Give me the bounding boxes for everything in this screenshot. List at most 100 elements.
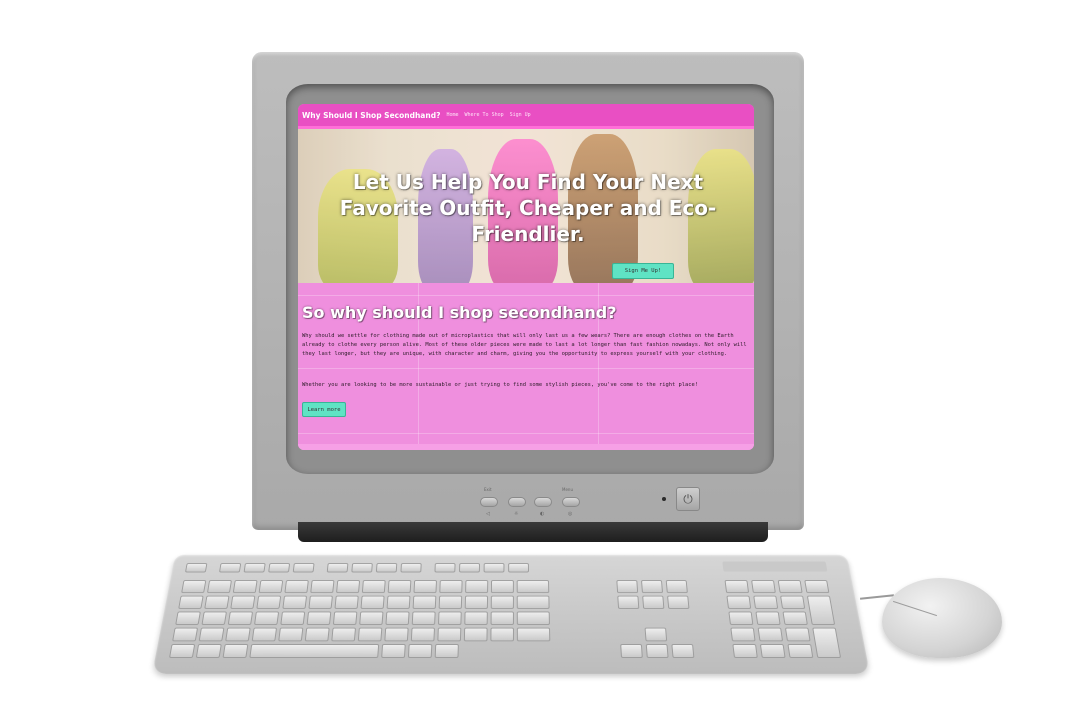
keyboard-key[interactable]: [516, 595, 550, 609]
keyboard-key[interactable]: [751, 580, 776, 594]
keyboard-key[interactable]: [463, 627, 488, 642]
keyboard-key[interactable]: [516, 627, 551, 642]
keyboard-key[interactable]: [464, 595, 489, 609]
keyboard-key[interactable]: [359, 611, 384, 625]
keyboard-key[interactable]: [326, 563, 349, 573]
keyboard-key[interactable]: [336, 580, 361, 594]
keyboard-key[interactable]: [181, 580, 207, 594]
keyboard-key[interactable]: [256, 595, 282, 609]
keyboard-key[interactable]: [198, 627, 225, 642]
keyboard-key[interactable]: [268, 563, 291, 573]
keyboard-key[interactable]: [227, 611, 254, 625]
keyboard-key[interactable]: [351, 563, 373, 573]
keyboard-key[interactable]: [178, 595, 204, 609]
keyboard-key[interactable]: [292, 563, 315, 573]
keyboard-key[interactable]: [284, 580, 309, 594]
learn-more-button[interactable]: Learn more: [302, 402, 346, 417]
keyboard-key[interactable]: [331, 627, 356, 642]
power-button[interactable]: ⏻: [676, 487, 700, 511]
keyboard-key[interactable]: [759, 644, 786, 658]
keyboard-key[interactable]: [777, 580, 803, 594]
keyboard-key[interactable]: [243, 563, 266, 573]
monitor-brightness-button[interactable]: [508, 497, 526, 507]
keyboard-key[interactable]: [465, 580, 489, 594]
keyboard-key[interactable]: [787, 644, 814, 658]
keyboard-key[interactable]: [812, 627, 842, 658]
keyboard-key[interactable]: [490, 580, 514, 594]
keyboard-key[interactable]: [642, 595, 665, 609]
keyboard-key[interactable]: [258, 580, 284, 594]
keyboard-key[interactable]: [490, 627, 514, 642]
keyboard-key[interactable]: [780, 595, 806, 609]
keyboard-key[interactable]: [251, 627, 278, 642]
keyboard-key[interactable]: [232, 580, 258, 594]
keyboard-key[interactable]: [222, 644, 249, 658]
keyboard-key[interactable]: [357, 627, 383, 642]
keyboard-key[interactable]: [230, 595, 256, 609]
keyboard-key[interactable]: [753, 595, 779, 609]
keyboard-key[interactable]: [206, 580, 232, 594]
keyboard-key[interactable]: [308, 595, 333, 609]
keyboard-key[interactable]: [411, 611, 436, 625]
keyboard-key[interactable]: [616, 580, 639, 594]
keyboard-key[interactable]: [175, 611, 201, 625]
keyboard-key[interactable]: [407, 644, 433, 658]
keyboard-key[interactable]: [724, 580, 750, 594]
monitor-contrast-button[interactable]: [534, 497, 552, 507]
keyboard-key[interactable]: [755, 611, 781, 625]
keyboard-key[interactable]: [726, 595, 752, 609]
keyboard-key[interactable]: [732, 644, 758, 658]
monitor-menu-button[interactable]: [562, 497, 580, 507]
keyboard-key[interactable]: [641, 580, 664, 594]
keyboard-key[interactable]: [381, 644, 406, 658]
keyboard-key[interactable]: [195, 644, 222, 658]
keyboard-key[interactable]: [225, 627, 251, 642]
keyboard[interactable]: [152, 554, 870, 674]
keyboard-key[interactable]: [334, 595, 359, 609]
keyboard-key[interactable]: [387, 580, 412, 594]
nav-link-where-to-shop[interactable]: Where To Shop: [464, 112, 503, 118]
keyboard-key[interactable]: [645, 644, 669, 658]
keyboard-key[interactable]: [757, 627, 784, 642]
keyboard-key[interactable]: [360, 595, 385, 609]
keyboard-key[interactable]: [384, 627, 409, 642]
keyboard-key[interactable]: [806, 595, 836, 625]
keyboard-key[interactable]: [730, 627, 756, 642]
keyboard-key[interactable]: [218, 563, 242, 573]
keyboard-key[interactable]: [434, 563, 456, 573]
sign-me-up-button[interactable]: Sign Me Up!: [612, 263, 674, 279]
keyboard-key[interactable]: [310, 580, 335, 594]
nav-link-sign-up[interactable]: Sign Up: [510, 112, 531, 118]
keyboard-key[interactable]: [385, 611, 410, 625]
keyboard-key[interactable]: [671, 644, 695, 658]
keyboard-key[interactable]: [490, 611, 514, 625]
keyboard-key[interactable]: [516, 611, 550, 625]
keyboard-key[interactable]: [172, 627, 199, 642]
keyboard-key[interactable]: [282, 595, 308, 609]
keyboard-key[interactable]: [464, 611, 488, 625]
mouse[interactable]: [882, 578, 1002, 658]
keyboard-key[interactable]: [386, 595, 411, 609]
keyboard-key[interactable]: [413, 580, 437, 594]
keyboard-key[interactable]: [644, 627, 668, 642]
nav-link-home[interactable]: Home: [446, 112, 458, 118]
keyboard-key[interactable]: [278, 627, 304, 642]
keyboard-key[interactable]: [412, 595, 437, 609]
keyboard-key[interactable]: [306, 611, 332, 625]
keyboard-key[interactable]: [784, 627, 811, 642]
monitor-exit-button[interactable]: [480, 497, 498, 507]
keyboard-key[interactable]: [804, 580, 830, 594]
keyboard-key[interactable]: [438, 595, 463, 609]
keyboard-key[interactable]: [483, 563, 505, 573]
keyboard-key[interactable]: [437, 627, 462, 642]
keyboard-key[interactable]: [667, 595, 690, 609]
keyboard-key[interactable]: [782, 611, 808, 625]
keyboard-key[interactable]: [410, 627, 435, 642]
keyboard-key[interactable]: [434, 644, 459, 658]
keyboard-key[interactable]: [728, 611, 754, 625]
keyboard-key[interactable]: [204, 595, 230, 609]
keyboard-key[interactable]: [375, 563, 398, 573]
keyboard-key[interactable]: [254, 611, 280, 625]
keyboard-key[interactable]: [184, 563, 208, 573]
keyboard-key[interactable]: [437, 611, 462, 625]
